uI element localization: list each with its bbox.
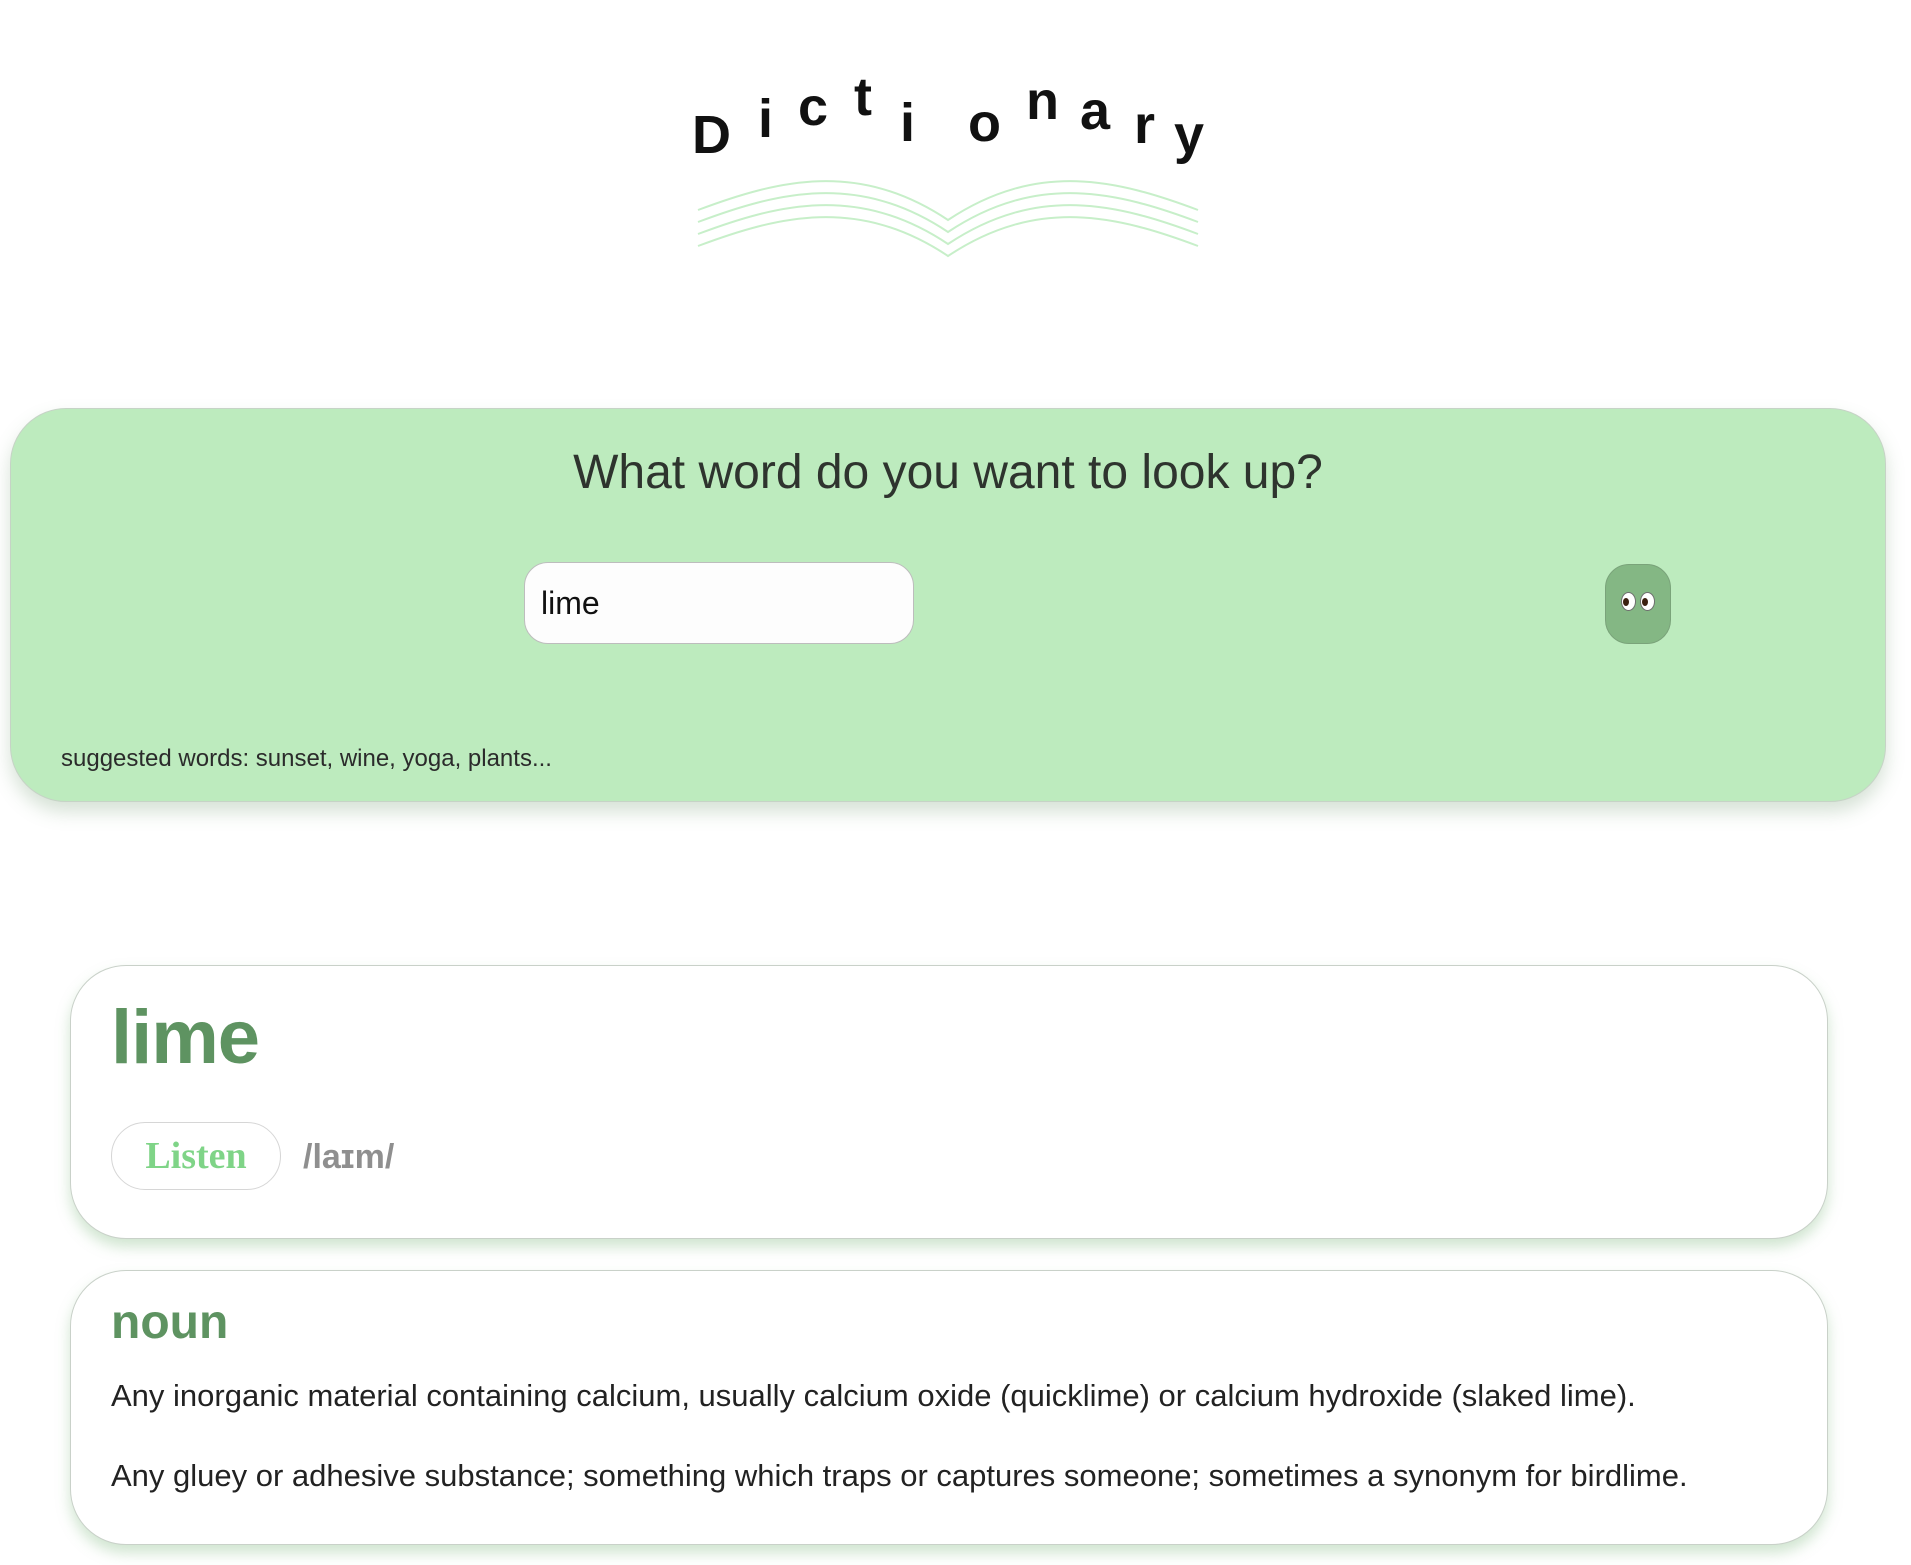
left-eye-icon: [1621, 592, 1636, 611]
part-of-speech: noun: [111, 1296, 229, 1349]
suggested-words: suggested words: sunset, wine, yoga, pla…: [61, 745, 552, 772]
word-card: lime Listen /laɪm/: [70, 965, 1828, 1239]
logo-letter: y: [1174, 105, 1205, 165]
logo-letter: o: [968, 93, 1001, 153]
search-heading: What word do you want to look up?: [573, 446, 1323, 499]
definition-item: Any inorganic material containing calciu…: [111, 1378, 1636, 1413]
listen-button[interactable]: Listen: [111, 1122, 281, 1190]
definition-list: Any inorganic material containing calciu…: [111, 1377, 1688, 1537]
logo-letter: c: [798, 77, 829, 137]
logo-letter: t: [854, 67, 872, 127]
search-panel: What word do you want to look up? sugges…: [10, 408, 1886, 802]
logo-letter: i: [900, 93, 916, 153]
dictionary-page: D i c t i o n a r y What word do you wan…: [0, 0, 1911, 1565]
eyes-icon: [1619, 592, 1657, 616]
logo-letter: D: [692, 105, 731, 165]
search-input[interactable]: [524, 562, 914, 644]
definition-item: Any gluey or adhesive substance; somethi…: [111, 1458, 1688, 1493]
logo-letter: i: [758, 89, 774, 149]
meaning-card: noun Any inorganic material containing c…: [70, 1270, 1828, 1545]
dictionary-logo: D i c t i o n a r y: [688, 70, 1208, 260]
logo-letter: r: [1134, 95, 1156, 155]
logo-letter: a: [1080, 81, 1111, 141]
phonetic-text: /laɪm/: [303, 1138, 395, 1176]
logo-letter: n: [1026, 71, 1059, 131]
word-title: lime: [111, 995, 260, 1080]
right-eye-icon: [1640, 592, 1655, 611]
search-button[interactable]: [1605, 564, 1671, 644]
